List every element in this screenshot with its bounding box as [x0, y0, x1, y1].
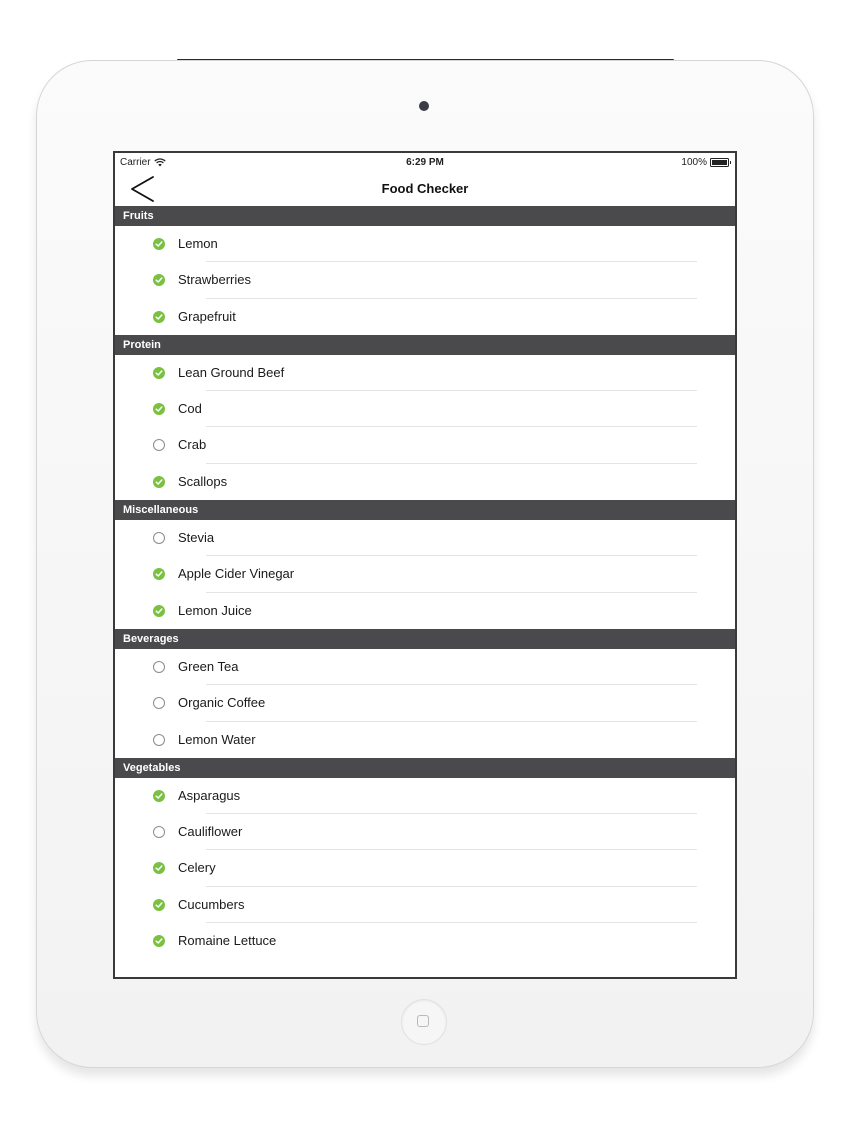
empty-circle-icon[interactable] — [153, 697, 165, 710]
home-button[interactable] — [401, 999, 447, 1045]
list-item[interactable]: Grapefruit — [115, 299, 735, 335]
empty-circle-icon[interactable] — [153, 439, 165, 452]
item-label: Crab — [178, 437, 207, 453]
checkmark-circle-icon[interactable] — [153, 898, 165, 911]
battery-icon — [710, 158, 731, 167]
item-label: Asparagus — [178, 787, 241, 803]
item-label: Apple Cider Vinegar — [178, 566, 295, 582]
item-label: Lean Ground Beef — [178, 364, 285, 380]
checkmark-circle-icon[interactable] — [153, 366, 165, 379]
checkmark-circle-icon[interactable] — [153, 935, 165, 948]
battery-group: 100% — [681, 157, 731, 168]
battery-percent: 100% — [681, 157, 707, 168]
section-header: Beverages — [115, 628, 735, 649]
empty-circle-icon[interactable] — [153, 532, 165, 545]
list-item[interactable]: Green Tea — [115, 649, 735, 686]
list-item[interactable]: Cod — [115, 391, 735, 428]
checkmark-circle-icon[interactable] — [153, 310, 165, 323]
item-label: Cucumbers — [178, 896, 245, 912]
checkmark-circle-icon[interactable] — [153, 862, 165, 875]
list-item[interactable]: Cauliflower — [115, 814, 735, 851]
item-label: Lemon — [178, 236, 218, 251]
item-label: Celery — [178, 860, 216, 876]
food-list: Fruits Lemon Strawberries Grapefruit Protein… — [115, 206, 735, 959]
list-item[interactable]: Celery — [115, 850, 735, 887]
list-item[interactable]: Lemon Juice — [115, 593, 735, 629]
list-item[interactable]: Organic Coffee — [115, 685, 735, 722]
list-item[interactable]: Stevia — [115, 520, 735, 557]
empty-circle-icon[interactable] — [153, 660, 165, 673]
item-label: Cod — [178, 401, 202, 417]
status-time: 6:29 PM — [406, 157, 444, 168]
section-header: Vegetables — [115, 757, 735, 778]
checkmark-circle-icon[interactable] — [153, 789, 165, 802]
item-label: Green Tea — [178, 658, 239, 674]
section-header: Fruits — [115, 206, 735, 226]
item-label: Grapefruit — [178, 308, 236, 324]
item-label: Stevia — [178, 530, 215, 546]
checkmark-circle-icon[interactable] — [153, 403, 165, 416]
item-label: Scallops — [178, 473, 228, 489]
section-header: Miscellaneous — [115, 500, 735, 521]
list-item[interactable]: Strawberries — [115, 262, 735, 299]
list-item[interactable]: Asparagus — [115, 778, 735, 815]
list-item[interactable]: Lean Ground Beef — [115, 355, 735, 392]
checkmark-circle-icon[interactable] — [153, 475, 165, 488]
list-bottom-mask — [115, 950, 735, 977]
item-label: Cauliflower — [178, 824, 243, 840]
list-item[interactable]: Lemon — [115, 226, 735, 263]
checkmark-circle-icon[interactable] — [153, 274, 165, 287]
front-camera — [419, 101, 429, 111]
checkmark-circle-icon[interactable] — [153, 568, 165, 581]
list-item[interactable]: Apple Cider Vinegar — [115, 556, 735, 593]
item-label: Strawberries — [178, 272, 251, 288]
page-title: Food Checker — [381, 181, 469, 196]
item-label: Organic Coffee — [178, 695, 266, 711]
status-bar: Carrier 6:29 PM 100% — [115, 153, 735, 173]
home-square-icon — [417, 1015, 429, 1027]
list-item[interactable]: Cucumbers — [115, 887, 735, 924]
item-label: Lemon Water — [178, 731, 256, 747]
list-item[interactable]: Scallops — [115, 464, 735, 500]
empty-circle-icon[interactable] — [153, 733, 165, 746]
app-screen: Carrier 6:29 PM 100% Food Checker Fruits… — [113, 151, 737, 979]
item-label: Lemon Juice — [178, 602, 252, 618]
checkmark-circle-icon[interactable] — [153, 604, 165, 617]
checkmark-circle-icon[interactable] — [153, 238, 165, 250]
list-item[interactable]: Lemon Water — [115, 722, 735, 758]
navigation-bar: Food Checker — [115, 173, 735, 206]
section-header: Protein — [115, 334, 735, 355]
list-item[interactable]: Crab — [115, 427, 735, 464]
empty-circle-icon[interactable] — [153, 826, 165, 839]
